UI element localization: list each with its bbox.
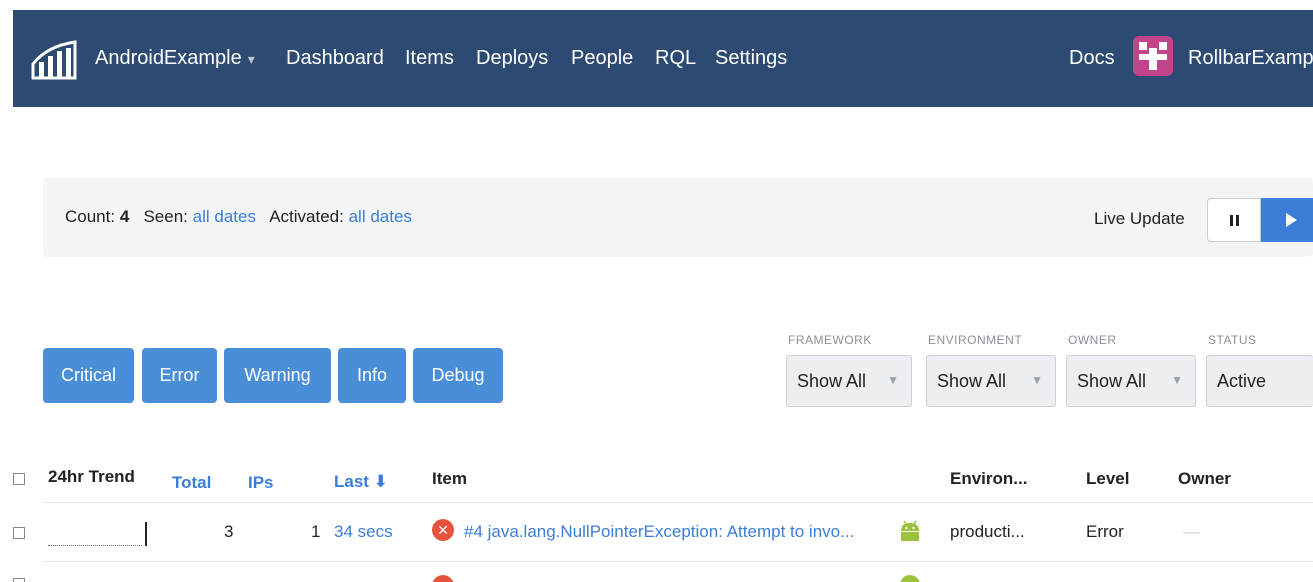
account-name[interactable]: RollbarExamp <box>1188 47 1313 70</box>
pause-button[interactable] <box>1207 198 1261 242</box>
android-icon <box>901 520 919 541</box>
count-value: 4 <box>119 207 130 226</box>
row-item-link[interactable]: #4 java.lang.NullPointerException: Attem… <box>464 522 854 542</box>
nav-rql[interactable]: RQL <box>655 47 696 70</box>
project-name: AndroidExample <box>95 47 242 69</box>
row-last-seen[interactable]: 34 secs <box>334 522 393 542</box>
col-item-header: Item <box>432 469 467 488</box>
row-checkbox[interactable] <box>13 578 25 582</box>
status-select-value: Active <box>1217 371 1267 391</box>
col-environment-header[interactable]: Environ... <box>950 469 1027 489</box>
top-navbar: AndroidExample ▾ Dashboard Items Deploys … <box>13 10 1313 107</box>
play-icon <box>1286 213 1297 227</box>
table-row-partial <box>0 575 1313 582</box>
col-ips-header[interactable]: IPs <box>248 473 274 493</box>
seen-label: Seen: <box>143 207 188 226</box>
row-ips: 1 <box>311 522 321 541</box>
level-critical-button[interactable]: Critical <box>43 348 134 403</box>
status-select[interactable]: Active <box>1206 355 1313 407</box>
row-level: Error <box>1086 522 1124 541</box>
android-icon <box>900 575 920 582</box>
pause-icon <box>1230 215 1239 226</box>
activated-dates-link[interactable]: all dates <box>349 207 412 226</box>
row-divider <box>43 561 1313 562</box>
count-label: Count: <box>65 207 116 226</box>
seen-dates-link[interactable]: all dates <box>193 207 256 226</box>
chevron-down-icon: ▾ <box>247 51 255 67</box>
trend-spike <box>145 522 147 546</box>
status-filter-label: STATUS <box>1208 333 1257 347</box>
play-button[interactable] <box>1261 198 1313 242</box>
row-owner[interactable]: — <box>1183 522 1200 542</box>
chevron-down-icon: ▼ <box>887 373 899 387</box>
avatar-pattern-icon <box>1139 42 1167 70</box>
summary-text: Count: 4 Seen: all dates Activated: all … <box>65 207 412 227</box>
row-total: 3 <box>224 522 234 541</box>
level-info-button[interactable]: Info <box>338 348 406 403</box>
owner-select[interactable]: Show All ▼ <box>1066 355 1196 407</box>
framework-filter-label: FRAMEWORK <box>788 333 872 347</box>
error-x-icon: ✕ <box>432 519 454 541</box>
nav-items[interactable]: Items <box>405 47 454 70</box>
row-checkbox[interactable] <box>13 527 25 539</box>
environment-filter-label: ENVIRONMENT <box>928 333 1023 347</box>
level-debug-button[interactable]: Debug <box>413 348 503 403</box>
chevron-down-icon: ▼ <box>1031 373 1043 387</box>
filter-summary-bar: Count: 4 Seen: all dates Activated: all … <box>43 178 1313 257</box>
environment-select-value: Show All <box>937 371 1007 391</box>
nav-docs[interactable]: Docs <box>1069 47 1115 70</box>
trend-sparkline <box>48 545 142 546</box>
nav-settings[interactable]: Settings <box>715 47 787 70</box>
owner-filter-label: OWNER <box>1068 333 1117 347</box>
chevron-down-icon: ▼ <box>1171 373 1183 387</box>
header-divider <box>43 502 1313 503</box>
owner-select-value: Show All <box>1077 371 1147 391</box>
col-trend-header: 24hr Trend <box>48 467 135 486</box>
nav-deploys[interactable]: Deploys <box>476 47 548 70</box>
framework-select-value: Show All <box>797 371 867 391</box>
nav-dashboard[interactable]: Dashboard <box>286 47 384 70</box>
level-warning-button[interactable]: Warning <box>224 348 331 403</box>
live-update-label: Live Update <box>1094 209 1185 228</box>
framework-select[interactable]: Show All ▼ <box>786 355 912 407</box>
project-selector[interactable]: AndroidExample ▾ <box>95 47 255 70</box>
error-x-icon <box>432 575 454 582</box>
col-total-header[interactable]: Total <box>172 473 211 493</box>
col-last-header[interactable]: Last ⬇ <box>334 472 388 492</box>
col-owner-header[interactable]: Owner <box>1178 469 1231 489</box>
rollbar-logo-icon[interactable] <box>29 38 79 82</box>
row-environment: producti... <box>950 522 1025 541</box>
avatar[interactable] <box>1133 36 1173 76</box>
activated-label: Activated: <box>269 207 344 226</box>
col-level-header[interactable]: Level <box>1086 469 1129 489</box>
select-all-checkbox[interactable] <box>13 473 25 485</box>
level-error-button[interactable]: Error <box>142 348 217 403</box>
nav-people[interactable]: People <box>571 47 633 70</box>
environment-select[interactable]: Show All ▼ <box>926 355 1056 407</box>
